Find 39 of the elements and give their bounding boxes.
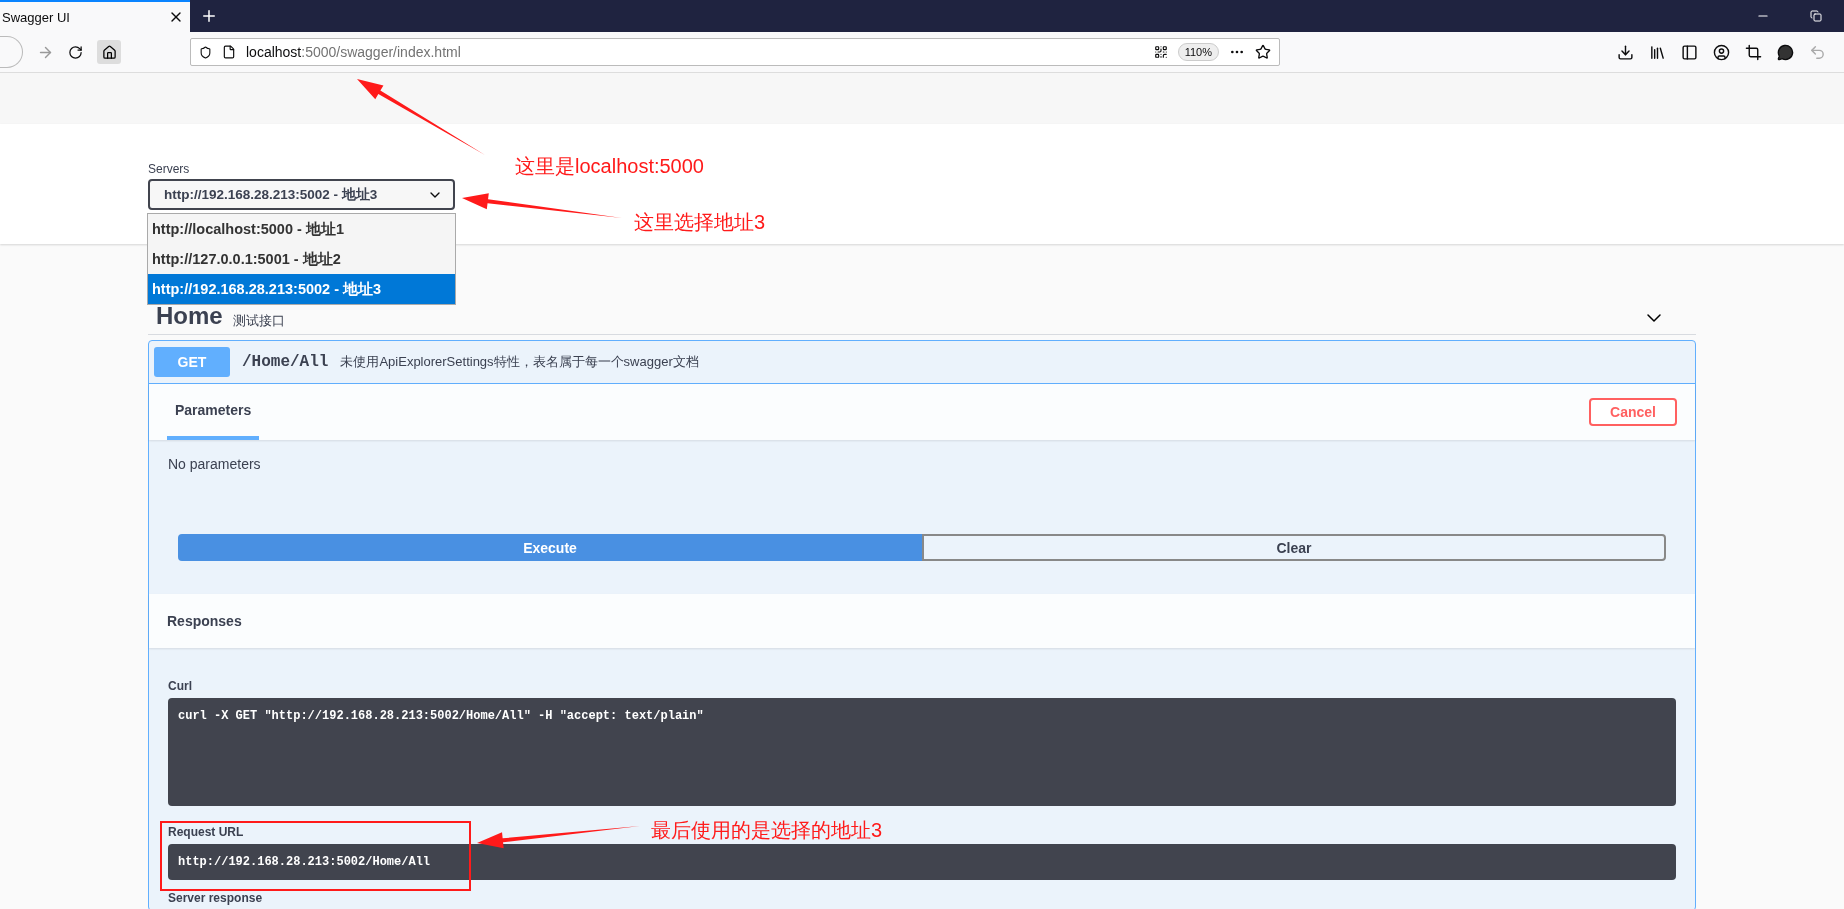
servers-label: Servers — [148, 162, 190, 176]
restore-icon[interactable] — [1810, 10, 1822, 22]
server-option[interactable]: http://192.168.28.213:5002 - 地址3 — [148, 274, 455, 304]
qr-code-icon[interactable] — [1153, 45, 1168, 59]
annotation-text: 这里选择地址3 — [634, 210, 766, 235]
page-icon — [222, 45, 236, 59]
address-bar[interactable]: localhost:5000/swagger/index.html 110% — [190, 38, 1280, 66]
annotation-text: 这里是localhost:5000 — [515, 154, 704, 179]
tag-description: 测试接口 — [232, 312, 285, 330]
server-response-label: Server response — [168, 892, 263, 905]
url-text: localhost:5000/swagger/index.html — [246, 44, 462, 60]
zoom-level[interactable]: 110% — [1177, 43, 1219, 61]
clear-button[interactable]: Clear — [922, 534, 1666, 561]
parameters-tab[interactable]: Parameters — [167, 384, 260, 440]
server-option[interactable]: http://127.0.0.1:5001 - 地址2 — [148, 244, 455, 274]
servers-select[interactable]: http://192.168.28.213:5002 - 地址3 — [148, 179, 455, 210]
curl-code: curl -X GET "http://192.168.28.213:5002/Home/All" -H "accept: text/plain" — [168, 698, 1676, 806]
method-badge: GET — [154, 347, 230, 377]
annotation-text: 最后使用的是选择的地址3 — [651, 818, 883, 843]
request-url-code: http://192.168.28.213:5002/Home/All — [168, 844, 1676, 880]
curl-label: Curl — [168, 680, 192, 693]
home-icon[interactable] — [97, 40, 121, 64]
responses-title: Responses — [167, 613, 242, 629]
download-icon[interactable] — [1617, 43, 1634, 61]
request-url-label: Request URL — [168, 826, 244, 839]
no-parameters-text: No parameters — [168, 456, 262, 472]
library-icon[interactable] — [1649, 43, 1666, 61]
reload-icon[interactable] — [68, 44, 83, 60]
tag-name: Home — [156, 302, 223, 330]
endpoint-summary: 未使用ApiExplorerSettings特性，表名属于每一个swagger文档 — [340, 353, 699, 371]
browser-tab[interactable]: Swagger UI — [0, 0, 190, 32]
chat-icon[interactable] — [1777, 43, 1794, 61]
shield-icon — [199, 45, 212, 59]
sidebar-icon[interactable] — [1681, 43, 1698, 61]
server-option[interactable]: http://localhost:5000 - 地址1 — [148, 214, 455, 244]
crop-icon[interactable] — [1745, 43, 1762, 61]
account-icon[interactable] — [1713, 43, 1730, 61]
star-icon[interactable] — [1255, 44, 1271, 60]
endpoint-path: /Home/All — [242, 353, 329, 371]
